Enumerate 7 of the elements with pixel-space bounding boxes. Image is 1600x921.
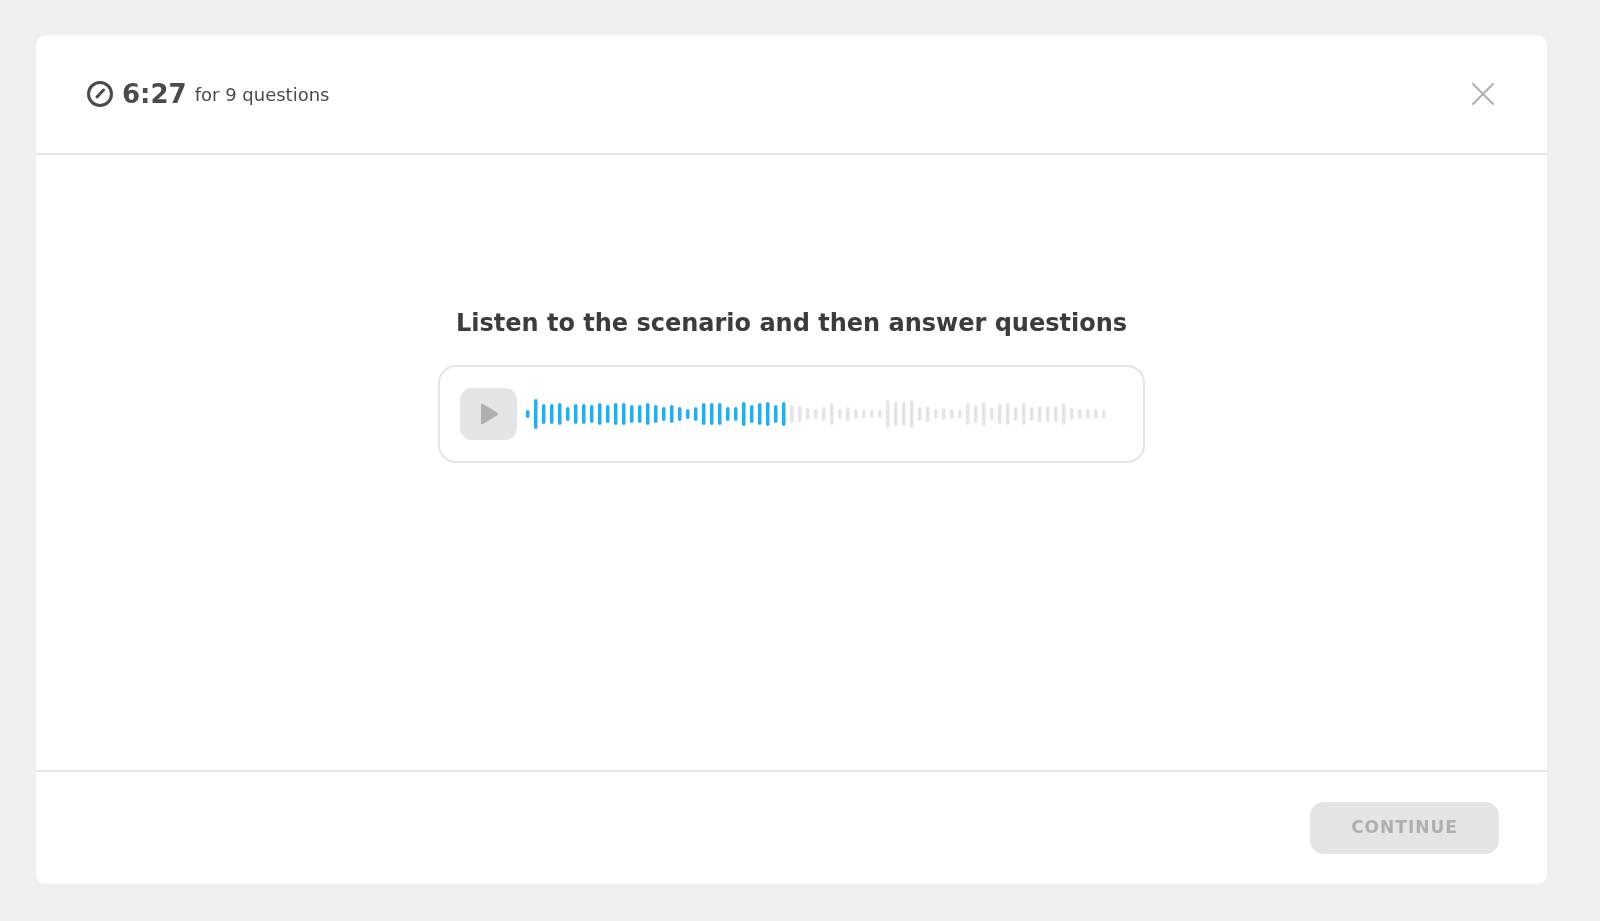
play-button[interactable] — [460, 388, 517, 440]
timer-value: 6:27 — [122, 77, 187, 111]
timer-caption: for 9 questions — [194, 82, 330, 107]
waveform-drawing[interactable] — [525, 397, 1109, 431]
timer-icon — [86, 80, 114, 108]
instruction-heading: Listen to the scenario and then answer questions — [455, 308, 1128, 339]
close-icon[interactable] — [1471, 82, 1495, 106]
